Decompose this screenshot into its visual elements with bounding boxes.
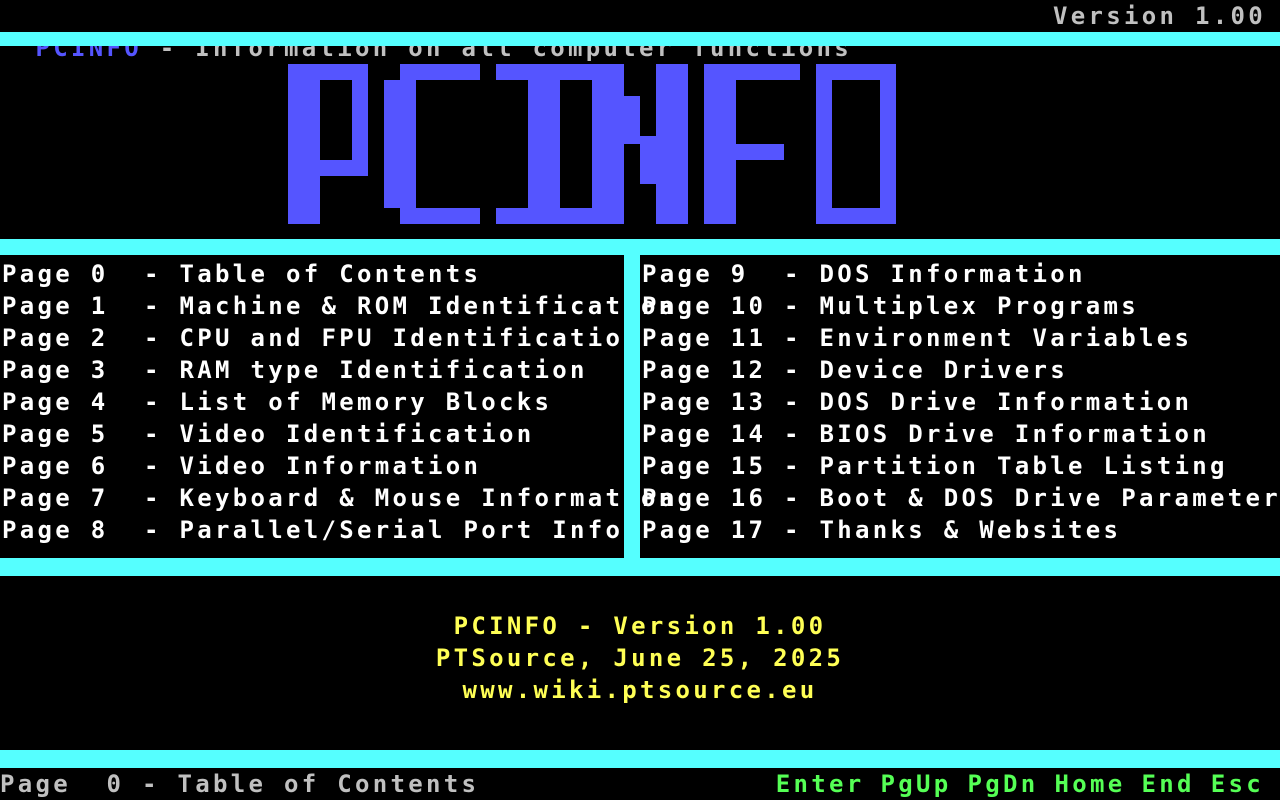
page-number: Page 6 [2,452,127,480]
menu-item-page-10[interactable]: Page 10 - Multiplex Programs [642,290,1280,322]
page-title: Thanks & Websites [819,516,1122,544]
separator: - [766,452,820,480]
top-divider [0,32,1280,46]
menu-item-page-2[interactable]: Page 2 - CPU and FPU Identification [2,322,676,354]
page-title: BIOS Drive Information [819,420,1210,448]
page-title: DOS Drive Information [819,388,1193,416]
page-number: Page 12 [642,356,767,384]
page-number: Page 1 [2,292,127,320]
menu-item-page-12[interactable]: Page 12 - Device Drivers [642,354,1280,386]
separator: - [766,260,820,288]
separator: - [766,292,820,320]
separator: - [126,324,180,352]
menu-item-page-0[interactable]: Page 0 - Table of Contents [2,258,676,290]
separator: - [766,484,820,512]
page-number: Page 3 [2,356,127,384]
page-title: Keyboard & Mouse Information [179,484,677,512]
page-number: Page 15 [642,452,767,480]
page-title: DOS Information [819,260,1086,288]
page-title: Multiplex Programs [819,292,1139,320]
key-end[interactable]: End [1142,770,1195,798]
page-number: Page 13 [642,388,767,416]
menu-item-page-16[interactable]: Page 16 - Boot & DOS Drive Parameters [642,482,1280,514]
menu-item-page-9[interactable]: Page 9 - DOS Information [642,258,1280,290]
separator: - [126,292,180,320]
menu-item-page-5[interactable]: Page 5 - Video Identification [2,418,676,450]
logo-letter-o [816,64,896,224]
separator: - [766,324,820,352]
key-pgup[interactable]: PgUp [881,770,952,798]
page-number: Page 16 [642,484,767,512]
separator: - [126,388,180,416]
page-number: Page 4 [2,388,127,416]
status-key-hints: Enter PgUp PgDn Home End Esc [760,768,1264,800]
logo-letter-p [288,64,368,224]
menu-item-page-13[interactable]: Page 13 - DOS Drive Information [642,386,1280,418]
menu-left-column: Page 0 - Table of Contents Page 1 - Mach… [2,258,676,546]
menu-item-page-4[interactable]: Page 4 - List of Memory Blocks [2,386,676,418]
menu-bottom-divider [0,558,1280,576]
separator: - [126,516,180,544]
menu-item-page-6[interactable]: Page 6 - Video Information [2,450,676,482]
separator: - [766,356,820,384]
status-current-page: Page 0 - Table of Contents [0,770,480,798]
page-number: Page 7 [2,484,127,512]
menu-item-page-15[interactable]: Page 15 - Partition Table Listing [642,450,1280,482]
menu-item-page-14[interactable]: Page 14 - BIOS Drive Information [642,418,1280,450]
credits-version: PCINFO - Version 1.00 [453,612,827,640]
page-number: Page 2 [2,324,127,352]
menu-item-page-17[interactable]: Page 17 - Thanks & Websites [642,514,1280,546]
page-number: Page 10 [642,292,767,320]
menu-right-column: Page 9 - DOS Information Page 10 - Multi… [642,258,1280,546]
title-bar: PCINFO - Information on all computer fun… [0,0,852,62]
separator: - [126,260,180,288]
menu-column-divider [624,255,640,558]
logo-letter-f [704,64,800,224]
page-title: Partition Table Listing [819,452,1228,480]
page-number: Page 17 [642,516,767,544]
page-title: Boot & DOS Drive Parameters [819,484,1280,512]
page-number: Page 11 [642,324,767,352]
key-enter[interactable]: Enter [776,770,865,798]
separator: - [766,516,820,544]
page-title: RAM type Identification [179,356,588,384]
page-title: Environment Variables [819,324,1193,352]
separator: - [126,356,180,384]
page-title: Video Identification [179,420,535,448]
logo-letter-c [384,64,480,224]
version-label: Version 1.00 [1053,2,1266,30]
separator: - [126,484,180,512]
separator: - [126,420,180,448]
page-title: Device Drivers [819,356,1068,384]
menu-item-page-7[interactable]: Page 7 - Keyboard & Mouse Information [2,482,676,514]
menu-item-page-3[interactable]: Page 3 - RAM type Identification [2,354,676,386]
logo-letter-n [592,64,688,224]
credits-website: www.wiki.ptsource.eu [462,676,818,704]
key-home[interactable]: Home [1055,770,1126,798]
page-title: CPU and FPU Identification [179,324,641,352]
separator: - [766,420,820,448]
pcinfo-logo [288,64,896,224]
menu-item-page-8[interactable]: Page 8 - Parallel/Serial Port Info [2,514,676,546]
key-esc[interactable]: Esc [1211,770,1264,798]
page-title: Parallel/Serial Port Info [179,516,624,544]
credits-author-date: PTSource, June 25, 2025 [435,644,845,672]
page-number: Page 8 [2,516,127,544]
page-number: Page 0 [2,260,127,288]
separator: - [126,452,180,480]
key-pgdn[interactable]: PgDn [968,770,1039,798]
page-title: Machine & ROM Identification [179,292,677,320]
separator: - [766,388,820,416]
status-top-divider [0,750,1280,768]
page-title: Table of Contents [179,260,482,288]
page-number: Page 14 [642,420,767,448]
page-number: Page 9 [642,260,767,288]
page-title: List of Memory Blocks [179,388,553,416]
page-title: Video Information [179,452,482,480]
logo-letter-i [496,64,592,224]
menu-item-page-1[interactable]: Page 1 - Machine & ROM Identification [2,290,676,322]
logo-bottom-divider [0,239,1280,255]
page-number: Page 5 [2,420,127,448]
menu-item-page-11[interactable]: Page 11 - Environment Variables [642,322,1280,354]
